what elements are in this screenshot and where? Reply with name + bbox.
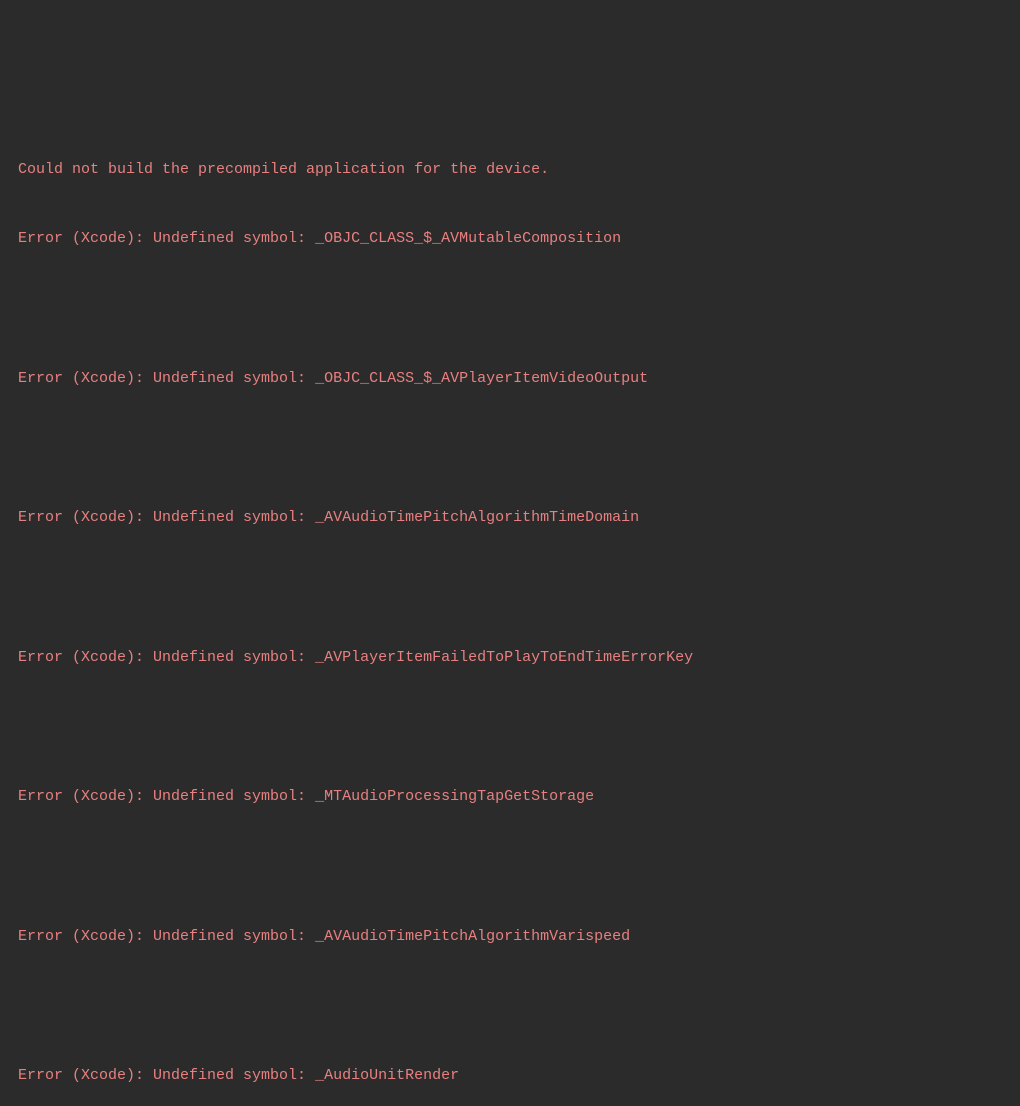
error-prefix: Error (Xcode): Undefined symbol: (18, 1067, 315, 1084)
blank-line (18, 297, 1002, 320)
error-line: Error (Xcode): Undefined symbol: _AudioU… (18, 1064, 1002, 1087)
error-symbol: _OBJC_CLASS_$_AVMutableComposition (315, 230, 621, 247)
error-line: Error (Xcode): Undefined symbol: _AVPlay… (18, 646, 1002, 669)
error-symbol: _AVAudioTimePitchAlgorithmTimeDomain (315, 509, 639, 526)
blank-line (18, 576, 1002, 599)
error-prefix: Error (Xcode): Undefined symbol: (18, 509, 315, 526)
blank-line (18, 716, 1002, 739)
blank-line (18, 437, 1002, 460)
error-prefix: Error (Xcode): Undefined symbol: (18, 649, 315, 666)
error-line: Error (Xcode): Undefined symbol: _AVAudi… (18, 506, 1002, 529)
error-line: Error (Xcode): Undefined symbol: _MTAudi… (18, 785, 1002, 808)
blank-line (18, 995, 1002, 1018)
error-symbol: _OBJC_CLASS_$_AVPlayerItemVideoOutput (315, 370, 648, 387)
build-error-header: Could not build the precompiled applicat… (18, 158, 1002, 181)
error-prefix: Error (Xcode): Undefined symbol: (18, 788, 315, 805)
error-prefix: Error (Xcode): Undefined symbol: (18, 370, 315, 387)
error-line: Error (Xcode): Undefined symbol: _AVAudi… (18, 925, 1002, 948)
error-symbol: _MTAudioProcessingTapGetStorage (315, 788, 594, 805)
error-prefix: Error (Xcode): Undefined symbol: (18, 230, 315, 247)
error-line: Error (Xcode): Undefined symbol: _OBJC_C… (18, 367, 1002, 390)
error-symbol: _AVPlayerItemFailedToPlayToEndTimeErrorK… (315, 649, 693, 666)
error-symbol: _AVAudioTimePitchAlgorithmVarispeed (315, 928, 630, 945)
error-line: Error (Xcode): Undefined symbol: _OBJC_C… (18, 227, 1002, 250)
terminal-output: Could not build the precompiled applicat… (18, 111, 1002, 1106)
blank-line (18, 855, 1002, 878)
error-prefix: Error (Xcode): Undefined symbol: (18, 928, 315, 945)
error-symbol: _AudioUnitRender (315, 1067, 459, 1084)
